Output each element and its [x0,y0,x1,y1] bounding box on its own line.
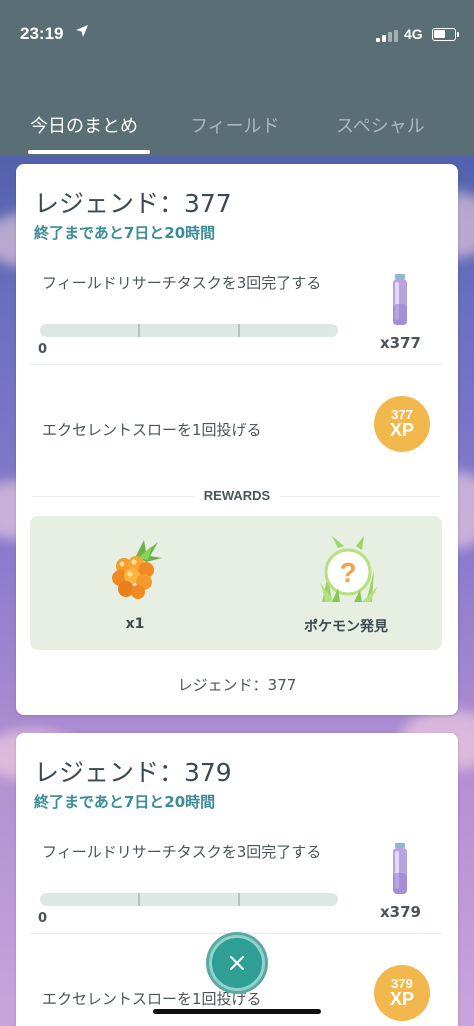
progress-count: 0 [38,911,48,926]
home-indicator[interactable] [153,1009,321,1014]
reward-label: x1 [125,616,145,632]
divider [30,364,442,365]
progress-count: 0 [38,342,48,357]
xp-badge: 377 XP [374,396,430,452]
svg-text:?: ? [339,557,356,588]
reward-quantity: x379 [380,903,421,921]
research-card: レジェンド：377 終了まであと7日と20時間 フィールドリサーチタスクを3回完… [16,164,458,715]
tab-bar: 今日のまとめ フィールド スペシャル [0,70,474,156]
task-text: フィールドリサーチタスクを3回完了する [42,843,322,861]
task-progress-bar [40,893,338,906]
card-footer: レジェンド：377 [177,676,297,694]
potion-icon [392,843,408,895]
close-icon [230,956,244,970]
battery-icon [432,28,459,41]
location-arrow-icon [75,24,89,42]
card-title: レジェンド：379 [34,758,232,787]
rewards-panel: x1 ? ポケモン発見 [30,516,442,650]
xp-unit: XP [389,989,414,1009]
rewards-heading: REWARDS [16,488,458,503]
golden-razz-berry-icon [108,538,162,599]
task-text: エクセレントスローを1回投げる [42,421,262,439]
divider [30,933,442,934]
xp-unit: XP [389,420,414,440]
close-button[interactable] [209,935,265,991]
time-remaining: 終了まであと7日と20時間 [34,224,216,242]
reward-label: ポケモン発見 [304,619,388,635]
task-text: エクセレントスローを1回投げる [42,990,262,1008]
task-progress-bar [40,324,338,337]
tab-today-summary[interactable]: 今日のまとめ [30,112,138,138]
reward-quantity: x377 [380,334,421,352]
status-time: 23:19 [20,24,64,43]
tab-field[interactable]: フィールド [190,112,280,138]
status-bar: 23:19 4G [0,0,474,70]
signal-icon [376,30,398,42]
network-type: 4G [404,26,423,42]
task-text: フィールドリサーチタスクを3回完了する [42,274,322,292]
potion-icon [392,274,408,326]
active-tab-indicator [28,150,150,154]
xp-badge: 379 XP [374,965,430,1021]
card-title: レジェンド：377 [34,189,232,218]
tab-special[interactable]: スペシャル [336,112,425,138]
time-remaining: 終了まであと7日と20時間 [34,793,216,811]
pokemon-encounter-icon: ? [318,536,378,602]
